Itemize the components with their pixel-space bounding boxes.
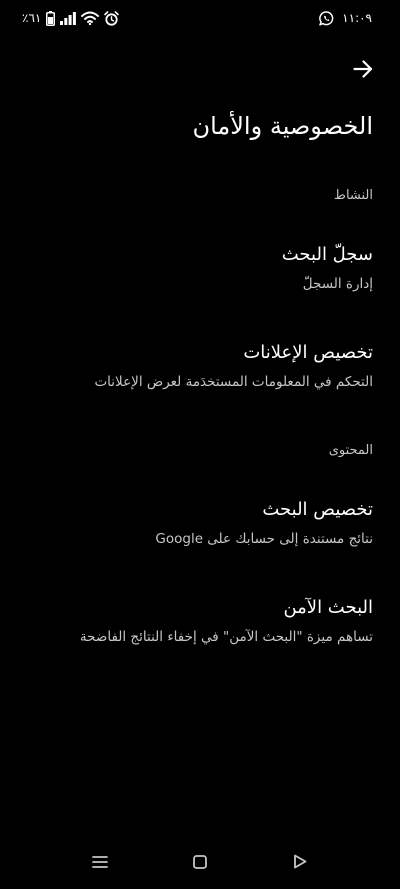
section-header-activity: النشاط bbox=[333, 188, 373, 203]
settings-item-ads-personalization[interactable]: تخصيص الإعلانات التحكم في المعلومات المس… bbox=[0, 340, 400, 392]
item-title: تخصيص البحث bbox=[262, 499, 373, 520]
settings-item-safe-search[interactable]: البحث الآمن تساهم ميزة "البحث الآمن" في … bbox=[0, 595, 400, 647]
item-subtitle: إدارة السجلّ bbox=[302, 276, 373, 292]
item-title: البحث الآمن bbox=[283, 597, 373, 618]
home-icon bbox=[193, 854, 207, 873]
page-title: الخصوصية والأمان bbox=[192, 112, 373, 140]
clock: ١١:٠٩ bbox=[342, 11, 372, 25]
navigation-bar bbox=[0, 835, 400, 889]
alarm-icon bbox=[104, 10, 120, 26]
item-title: سجلّ البحث bbox=[281, 244, 373, 265]
battery-icon bbox=[46, 10, 56, 26]
arrow-back-icon bbox=[353, 60, 373, 82]
status-bar-left: ٪٦١ bbox=[22, 10, 120, 26]
battery-percent: ٪٦١ bbox=[22, 11, 42, 25]
status-bar: ٪٦١ ١١:٠٩ bbox=[0, 0, 400, 36]
section-header-content: المحتوى bbox=[328, 443, 373, 458]
back-triangle-icon bbox=[293, 854, 307, 873]
wifi-icon bbox=[81, 11, 100, 25]
item-subtitle: نتائج مستندة إلى حسابك على Google bbox=[155, 531, 373, 547]
item-subtitle: التحكم في المعلومات المستخدَمة لعرض الإع… bbox=[94, 374, 373, 390]
back-button[interactable] bbox=[350, 58, 376, 84]
back-nav-button[interactable] bbox=[288, 851, 312, 875]
home-button[interactable] bbox=[188, 851, 212, 875]
settings-item-search-personalization[interactable]: تخصيص البحث نتائج مستندة إلى حسابك على G… bbox=[0, 497, 400, 549]
status-bar-right: ١١:٠٩ bbox=[319, 10, 372, 26]
signal-icon bbox=[60, 11, 77, 25]
item-subtitle: تساهم ميزة "البحث الآمن" في إخفاء النتائ… bbox=[79, 629, 373, 645]
recents-button[interactable] bbox=[88, 851, 112, 875]
settings-item-search-history[interactable]: سجلّ البحث إدارة السجلّ bbox=[0, 242, 400, 294]
whatsapp-icon bbox=[319, 10, 334, 26]
menu-icon bbox=[92, 854, 108, 873]
item-title: تخصيص الإعلانات bbox=[243, 342, 373, 363]
